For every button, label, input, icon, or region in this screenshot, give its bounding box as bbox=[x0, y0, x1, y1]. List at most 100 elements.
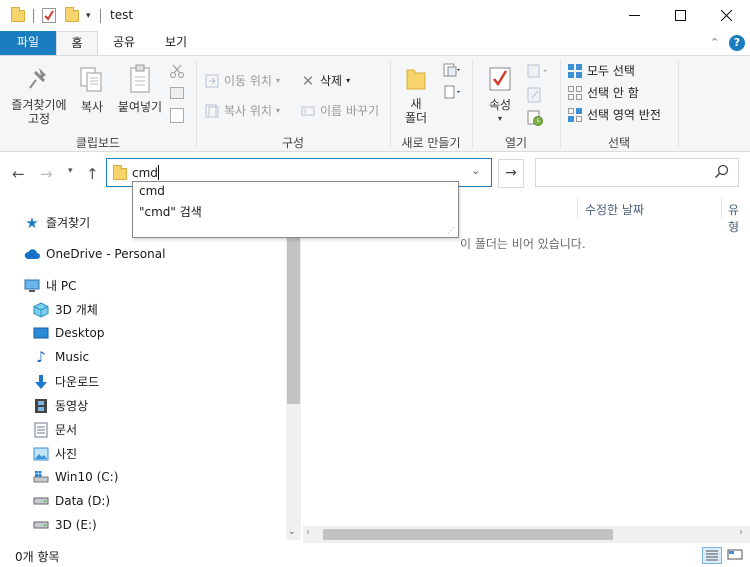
delete-label: 삭제 bbox=[320, 74, 343, 88]
paste-shortcut-icon[interactable] bbox=[170, 108, 184, 123]
tab-file[interactable]: 파일 bbox=[0, 31, 56, 55]
copy-button[interactable]: 복사 bbox=[76, 66, 108, 114]
nav-item-drive-d[interactable]: Data (D:) bbox=[33, 493, 110, 509]
divider bbox=[33, 9, 34, 23]
ribbon-tabs: 파일 홈 공유 보기 ⌃ ? bbox=[0, 31, 750, 55]
nav-item-label: 3D 개체 bbox=[55, 303, 98, 317]
nav-item-drive-e[interactable]: 3D (E:) bbox=[33, 517, 97, 533]
nav-item-label: 다운로드 bbox=[55, 375, 100, 389]
nav-item-label: 동영상 bbox=[55, 399, 89, 413]
nav-item-downloads[interactable]: 다운로드 bbox=[33, 373, 99, 390]
windows-drive-icon bbox=[33, 469, 49, 485]
details-view-icon bbox=[706, 550, 718, 561]
back-button[interactable]: ← bbox=[12, 165, 25, 183]
help-icon[interactable]: ? bbox=[729, 35, 745, 51]
search-icon bbox=[714, 164, 730, 180]
close-button[interactable] bbox=[703, 0, 749, 31]
nav-item-documents[interactable]: 문서 bbox=[33, 421, 77, 438]
suggestion-item[interactable]: "cmd" 검색 bbox=[139, 203, 202, 220]
properties-button[interactable]: 속성 ▾ bbox=[480, 66, 520, 126]
select-none-button[interactable]: 선택 안 함 bbox=[567, 84, 639, 101]
nav-item-this-pc[interactable]: 내 PC bbox=[24, 277, 76, 294]
minimize-button[interactable] bbox=[611, 0, 657, 31]
tab-home[interactable]: 홈 bbox=[56, 31, 98, 55]
nav-item-desktop[interactable]: Desktop bbox=[33, 325, 105, 341]
new-item-icon[interactable] bbox=[443, 63, 461, 79]
resize-grip-icon[interactable]: ⋰ bbox=[447, 226, 455, 235]
picture-icon bbox=[33, 446, 49, 462]
nav-item-onedrive[interactable]: OneDrive - Personal bbox=[24, 246, 165, 262]
empty-folder-message: 이 폴더는 비어 있습니다. bbox=[460, 237, 586, 251]
nav-item-label: Desktop bbox=[55, 326, 105, 340]
open-icon[interactable] bbox=[527, 63, 549, 79]
up-button[interactable]: ↑ bbox=[86, 165, 99, 183]
go-button[interactable]: → bbox=[498, 159, 524, 188]
nav-item-pictures[interactable]: 사진 bbox=[33, 445, 77, 462]
new-folder-button[interactable]: 새 폴더 bbox=[398, 66, 434, 125]
column-divider bbox=[721, 196, 722, 218]
column-header-type[interactable]: 유형 bbox=[728, 201, 750, 235]
address-suggestions: cmd "cmd" 검색 ⋰ bbox=[132, 181, 459, 238]
copy-to-icon bbox=[204, 103, 220, 119]
rename-button[interactable]: 이름 바꾸기 bbox=[300, 102, 379, 119]
suggestion-item[interactable]: cmd bbox=[139, 184, 165, 198]
dropdown-chevron-icon: ▾ bbox=[275, 106, 280, 115]
details-view-button[interactable] bbox=[702, 547, 722, 564]
film-icon bbox=[33, 398, 49, 414]
tab-share[interactable]: 공유 bbox=[100, 31, 148, 55]
move-to-button[interactable]: 이동 위치 ▾ bbox=[204, 72, 280, 89]
tab-view[interactable]: 보기 bbox=[150, 31, 202, 55]
scroll-left-chevron-icon[interactable]: ‹ bbox=[306, 527, 310, 538]
copy-path-icon[interactable] bbox=[170, 87, 184, 99]
collapse-ribbon-icon[interactable]: ⌃ bbox=[710, 36, 719, 49]
close-icon bbox=[720, 10, 732, 21]
nav-item-label: 내 PC bbox=[46, 279, 77, 293]
address-input[interactable]: cmd bbox=[132, 166, 158, 180]
new-folder-icon bbox=[406, 69, 426, 90]
navigation-scrollbar-thumb[interactable] bbox=[287, 232, 300, 404]
nav-item-music[interactable]: ♪ Music bbox=[33, 348, 89, 366]
nav-item-quick-access[interactable]: ★ 즐겨찾기 bbox=[24, 213, 91, 232]
divider bbox=[100, 9, 101, 23]
scroll-right-chevron-icon[interactable]: › bbox=[739, 527, 743, 538]
copy-to-button[interactable]: 복사 위치 ▾ bbox=[204, 102, 280, 119]
select-all-icon bbox=[567, 63, 583, 79]
easy-access-icon[interactable] bbox=[443, 85, 461, 101]
paste-button[interactable]: 붙여넣기 bbox=[114, 64, 166, 114]
pin-label-line1: 즐겨찾기에 bbox=[11, 98, 67, 112]
invert-selection-button[interactable]: 선택 영역 반전 bbox=[567, 106, 661, 123]
new-folder-label-line2: 폴더 bbox=[404, 111, 428, 125]
nav-item-3d-objects[interactable]: 3D 개체 bbox=[33, 301, 98, 318]
invert-selection-icon bbox=[567, 107, 583, 123]
maximize-button[interactable] bbox=[657, 0, 703, 31]
pin-to-quick-access-button[interactable]: 즐겨찾기에 고정 bbox=[6, 66, 72, 126]
column-header-date-modified[interactable]: 수정한 날짜 bbox=[585, 201, 644, 218]
nav-item-drive-c[interactable]: Win10 (C:) bbox=[33, 469, 118, 485]
star-icon: ★ bbox=[25, 213, 39, 232]
navigation-pane: ★ 즐겨찾기 OneDrive - Personal 내 PC 3D 개체 De… bbox=[0, 200, 300, 540]
nav-item-label: 즐겨찾기 bbox=[46, 216, 91, 230]
drive-icon bbox=[33, 517, 49, 533]
properties-icon[interactable] bbox=[42, 8, 56, 23]
cut-icon[interactable] bbox=[170, 64, 184, 78]
history-icon[interactable] bbox=[527, 110, 543, 126]
new-folder-icon[interactable] bbox=[65, 7, 79, 22]
address-history-chevron-icon[interactable]: ⌄ bbox=[471, 164, 480, 177]
nav-item-label: 사진 bbox=[55, 447, 78, 461]
large-icons-view-button[interactable] bbox=[726, 547, 746, 564]
item-count: 0개 항목 bbox=[15, 550, 60, 564]
new-folder-label-line1: 새 bbox=[410, 97, 422, 111]
recent-locations-chevron-icon[interactable]: ▾ bbox=[68, 166, 73, 176]
delete-button[interactable]: ✕ 삭제 ▾ bbox=[300, 72, 350, 90]
horizontal-scrollbar-thumb[interactable] bbox=[323, 529, 613, 540]
group-label-organize: 구성 bbox=[281, 136, 305, 150]
select-all-button[interactable]: 모두 선택 bbox=[567, 62, 635, 79]
folder-icon[interactable] bbox=[11, 7, 25, 22]
scroll-down-chevron-icon[interactable]: ⌄ bbox=[288, 527, 296, 537]
nav-item-videos[interactable]: 동영상 bbox=[33, 397, 88, 414]
search-input[interactable] bbox=[535, 158, 739, 187]
forward-button[interactable]: → bbox=[40, 165, 53, 183]
customize-toolbar-chevron-icon[interactable]: ▾ bbox=[86, 11, 91, 21]
copy-to-label: 복사 위치 bbox=[224, 104, 272, 118]
edit-icon[interactable] bbox=[527, 87, 543, 103]
